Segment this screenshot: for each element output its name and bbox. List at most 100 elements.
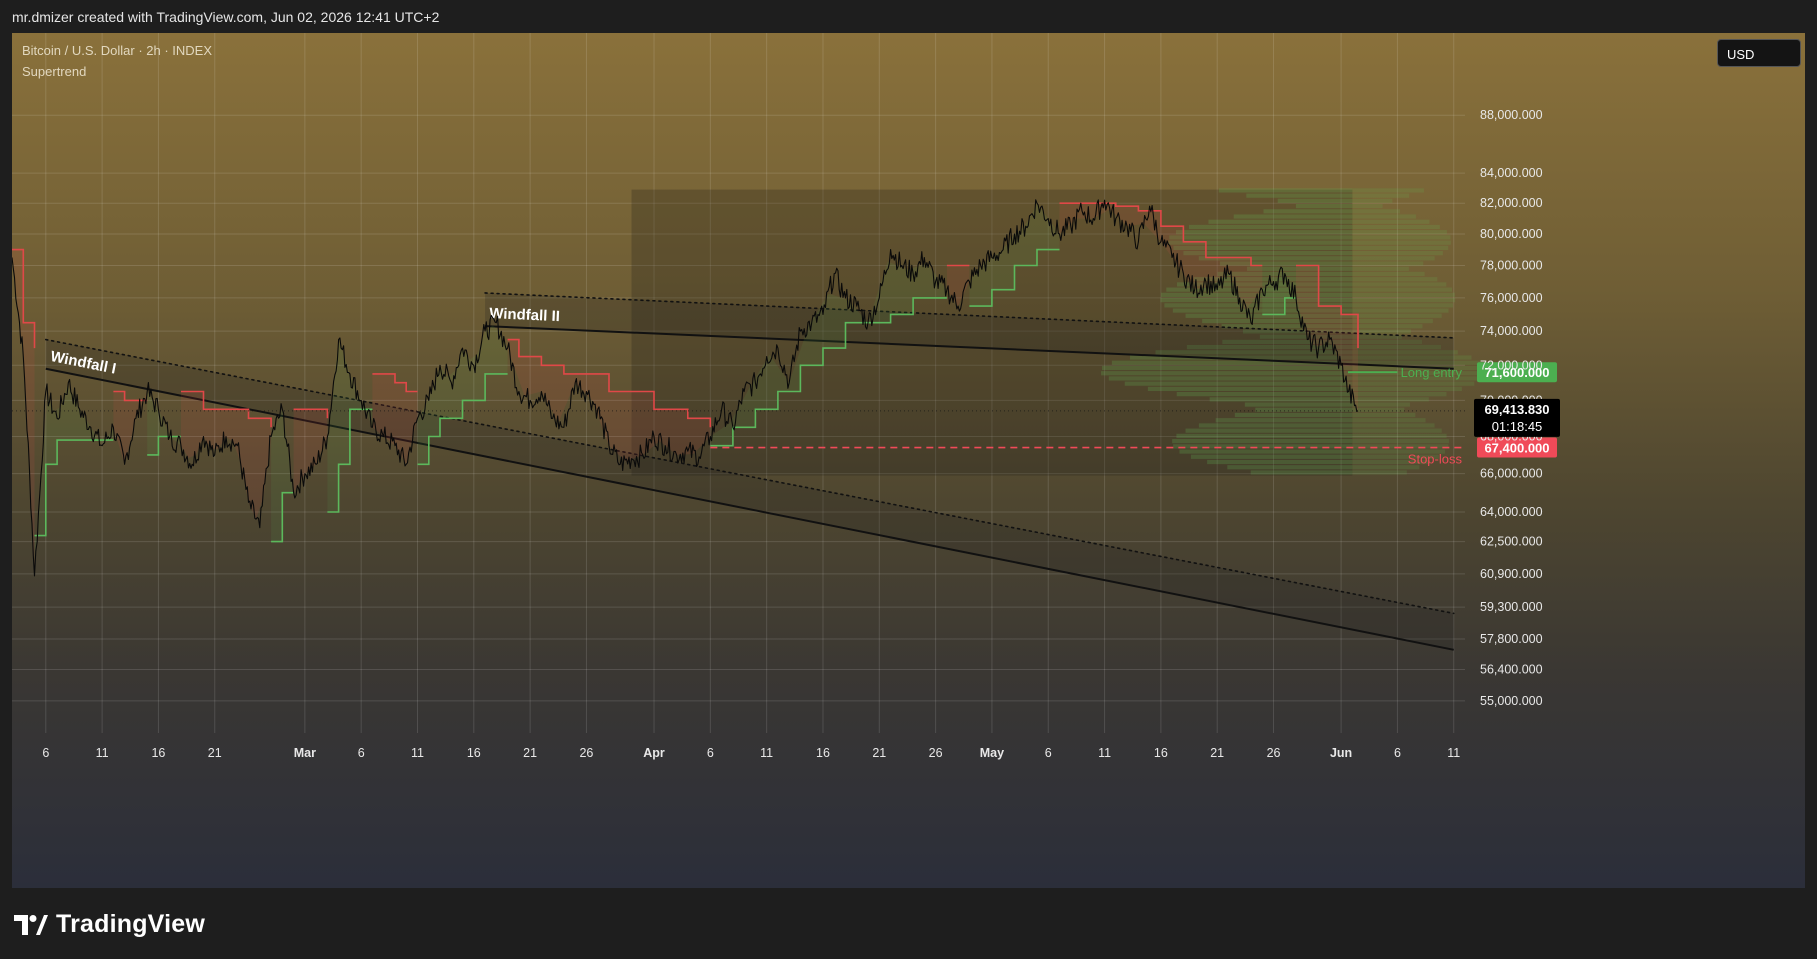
x-tick-label: 21: [1210, 746, 1224, 760]
supertrend-band: [113, 391, 148, 465]
volume-profile-bar: [1185, 428, 1353, 433]
volume-profile-bar: [1244, 402, 1353, 407]
volume-profile-bar: [1352, 324, 1423, 329]
volume-profile-bar: [1352, 423, 1435, 428]
y-tick-label: 78,000.000: [1480, 259, 1543, 273]
x-tick-label: 16: [1154, 746, 1168, 760]
long-entry-label: Long entry: [1401, 365, 1463, 380]
volume-profile-bar: [1352, 224, 1440, 230]
x-tick-label: 26: [929, 746, 943, 760]
y-tick-label: 84,000.000: [1480, 166, 1543, 180]
countdown-text: 01:18:45: [1492, 419, 1543, 434]
x-tick-label: 16: [151, 746, 165, 760]
volume-profile-bar: [1352, 470, 1407, 475]
x-tick-label: 6: [358, 746, 365, 760]
volume-profile-bar: [1352, 203, 1383, 209]
x-tick-label: 21: [208, 746, 222, 760]
volume-profile-bar: [1352, 412, 1416, 418]
volume-profile-bar: [1352, 193, 1410, 198]
y-tick-label: 64,000.000: [1480, 505, 1543, 519]
volume-profile-bar: [1207, 459, 1353, 465]
volume-profile-bar: [1124, 381, 1353, 386]
indicator-legend[interactable]: Supertrend: [22, 64, 86, 79]
volume-profile-bar: [1352, 381, 1475, 386]
y-tick-label: 88,000.000: [1480, 108, 1543, 122]
volume-profile-bar: [1352, 209, 1400, 214]
volume-profile-bar: [1352, 250, 1443, 256]
volume-profile-bar: [1147, 386, 1353, 392]
supertrend-band: [147, 391, 181, 455]
volume-profile-bar: [1352, 282, 1447, 287]
currency-button[interactable]: USD: [1717, 39, 1801, 67]
y-tick-label: 80,000.000: [1480, 227, 1543, 241]
brand-name: TradingView: [56, 910, 206, 938]
volume-profile-bar: [1172, 439, 1353, 444]
x-tick-label: 6: [1045, 746, 1052, 760]
snapshot-caption: mr.dmizer created with TradingView.com, …: [12, 9, 440, 25]
volume-profile-bar: [1250, 470, 1353, 475]
volume-profile-bar: [1263, 209, 1353, 214]
volume-profile-bar: [1352, 271, 1425, 277]
volume-profile-bar: [1352, 198, 1393, 203]
volume-profile-bar: [1352, 256, 1435, 261]
volume-profile-bar: [1190, 454, 1353, 459]
symbol-legend[interactable]: Bitcoin / U.S. Dollar · 2h · INDEX: [22, 43, 212, 58]
y-tick-label: 59,300.000: [1480, 600, 1543, 614]
x-tick-label: 6: [1394, 746, 1401, 760]
volume-profile-bar: [1352, 261, 1424, 266]
volume-profile-bar: [1277, 198, 1353, 203]
volume-profile-bar: [1352, 297, 1456, 303]
x-tick-label: 21: [872, 746, 886, 760]
x-tick-label: 16: [816, 746, 830, 760]
volume-profile-bar: [1255, 407, 1353, 412]
volume-profile-bar: [1246, 193, 1353, 198]
x-tick-label: 6: [707, 746, 714, 760]
volume-profile-bar: [1209, 397, 1353, 402]
volume-profile-bar: [1352, 292, 1455, 297]
top-bar: mr.dmizer created with TradingView.com, …: [0, 0, 1817, 33]
x-tick-label: 11: [1098, 746, 1111, 760]
tradingview-logo-icon: [14, 914, 48, 935]
y-tick-label: 72,000.000: [1480, 358, 1543, 372]
volume-profile-bar: [1352, 235, 1451, 240]
volume-profile-bar: [1352, 397, 1429, 402]
volume-profile-bar: [1352, 240, 1451, 245]
volume-profile-bar: [1175, 230, 1353, 235]
volume-profile-bar: [1352, 287, 1453, 292]
price-chart[interactable]: Windfall IWindfall IILong entry 71,600.00…: [12, 33, 1805, 888]
volume-profile-bar: [1352, 277, 1438, 282]
volume-profile-bar: [1352, 245, 1449, 250]
volume-profile-bar: [1352, 303, 1454, 308]
volume-profile-bar: [1352, 266, 1409, 271]
trendline-label: Windfall II: [489, 305, 560, 325]
footer: TradingView: [0, 888, 1817, 959]
volume-profile-bar: [1352, 433, 1447, 439]
volume-profile-bar: [1183, 250, 1353, 256]
tradingview-logo[interactable]: TradingView: [14, 910, 205, 939]
volume-profile-bar: [1352, 428, 1442, 433]
x-tick-label: Mar: [294, 746, 316, 760]
volume-profile-bar: [1352, 439, 1449, 444]
x-tick-label: 16: [467, 746, 481, 760]
last-price-text: 69,413.830: [1484, 402, 1549, 417]
y-tick-label: 66,000.000: [1480, 467, 1543, 481]
y-tick-label: 74,000.000: [1480, 324, 1543, 338]
y-tick-label: 76,000.000: [1480, 291, 1543, 305]
volume-profile-bar: [1352, 386, 1462, 392]
y-tick-label: 82,000.000: [1480, 196, 1543, 210]
x-tick-label: Jun: [1330, 746, 1352, 760]
x-tick-label: 21: [523, 746, 537, 760]
x-tick-label: 26: [579, 746, 593, 760]
x-tick-label: 26: [1267, 746, 1281, 760]
volume-profile-bar: [1295, 203, 1353, 209]
volume-profile-bar: [1102, 365, 1353, 371]
x-tick-label: 11: [96, 746, 109, 760]
volume-profile-bar: [1179, 449, 1353, 454]
volume-profile-bar: [1234, 412, 1353, 418]
x-tick-label: 11: [1447, 746, 1460, 760]
chart-area[interactable]: Windfall I Windfall II Long entry 71,600.00…: [12, 33, 1805, 888]
x-tick-label: May: [980, 746, 1004, 760]
volume-profile-bar: [1218, 188, 1353, 193]
y-tick-label: 62,500.000: [1480, 535, 1543, 549]
volume-profile-bar: [1176, 392, 1353, 397]
